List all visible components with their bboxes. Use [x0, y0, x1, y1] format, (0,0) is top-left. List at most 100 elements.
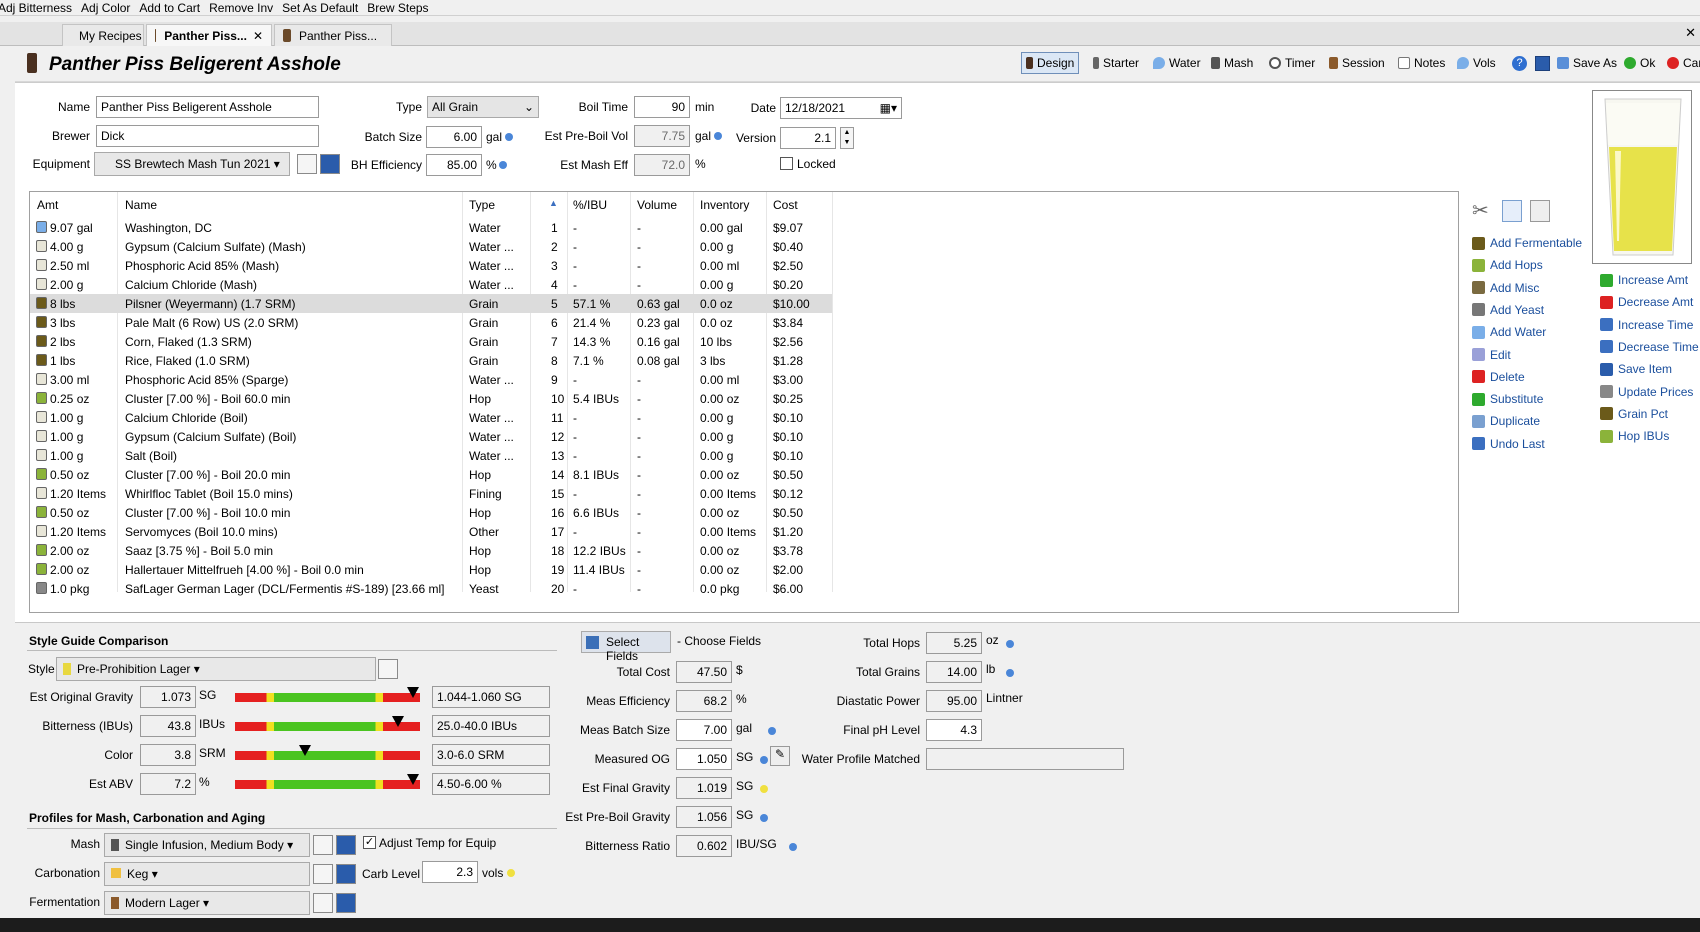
starter-button[interactable]: Starter: [1093, 52, 1139, 74]
type-dropdown[interactable]: All Grain ⌄: [427, 96, 539, 118]
save-disk-icon[interactable]: [1535, 56, 1550, 71]
menu-set-as-default[interactable]: Set As Default: [282, 1, 358, 15]
table-row[interactable]: 0.25 oz Cluster [7.00 %] - Boil 60.0 min H…: [30, 389, 832, 408]
action-grain-pct[interactable]: Grain Pct: [1600, 407, 1668, 421]
stat-value[interactable]: 1.050: [676, 748, 732, 770]
action-increase-amt[interactable]: Increase Amt: [1600, 273, 1688, 287]
tab-my-recipes[interactable]: My Recipes: [62, 24, 144, 46]
adjust-temp-checkbox[interactable]: ✓: [363, 836, 376, 849]
edit-style-icon[interactable]: [378, 659, 398, 679]
locked-checkbox[interactable]: [780, 157, 793, 170]
action-decrease-time[interactable]: Decrease Time: [1600, 340, 1699, 354]
menu-adj-bitterness[interactable]: Adj Bitterness: [0, 1, 72, 15]
mash-button[interactable]: Mash: [1211, 52, 1253, 74]
table-row[interactable]: 2.00 g Calcium Chloride (Mash) Water ... 4 -…: [30, 275, 832, 294]
menu-adj-color[interactable]: Adj Color: [81, 1, 130, 15]
ok-button[interactable]: Ok: [1624, 52, 1655, 74]
edit-fermentation-icon[interactable]: [313, 893, 333, 913]
session-button[interactable]: Session: [1329, 52, 1385, 74]
action-undo-last[interactable]: Undo Last: [1472, 437, 1545, 451]
table-row[interactable]: 0.50 oz Cluster [7.00 %] - Boil 10.0 min H…: [30, 503, 832, 522]
table-row[interactable]: 1.00 g Gypsum (Calcium Sulfate) (Boil) Wat…: [30, 427, 832, 446]
col-header-cost[interactable]: Cost: [773, 198, 798, 212]
close-tab-icon[interactable]: ✕: [253, 29, 263, 43]
version-spinner[interactable]: ▲ ▼: [840, 127, 854, 149]
table-row[interactable]: 1.0 pkg SafLager German Lager (DCL/Fermen…: [30, 579, 832, 598]
help-icon[interactable]: ?: [1512, 56, 1527, 71]
save-as-button[interactable]: Save As: [1557, 52, 1617, 74]
menu-remove-inv[interactable]: Remove Inv: [209, 1, 273, 15]
action-duplicate[interactable]: Duplicate: [1472, 414, 1540, 428]
tab-recipe-active[interactable]: Panther Piss... ✕: [146, 24, 272, 46]
edit-mash-icon[interactable]: [313, 835, 333, 855]
mash-profile-dropdown[interactable]: Single Infusion, Medium Body ▾: [104, 833, 310, 857]
equipment-dropdown[interactable]: SS Brewtech Mash Tun 2021 ▾: [94, 152, 290, 176]
version-field[interactable]: 2.1: [780, 127, 836, 149]
carb-level-field[interactable]: 2.3: [422, 861, 478, 883]
col-header-inventory[interactable]: Inventory: [700, 198, 749, 212]
table-row[interactable]: 1.20 Items Servomyces (Boil 10.0 mins) Oth…: [30, 522, 832, 541]
col-header-name[interactable]: Name: [125, 198, 157, 212]
action-add-fermentable[interactable]: Add Fermentable: [1472, 236, 1582, 250]
action-decrease-amt[interactable]: Decrease Amt: [1600, 295, 1693, 309]
recipe-name-field[interactable]: Panther Piss Beligerent Asshole: [96, 96, 319, 118]
action-add-misc[interactable]: Add Misc: [1472, 281, 1539, 295]
save-fermentation-icon[interactable]: [336, 893, 356, 913]
menu-add-to-cart[interactable]: Add to Cart: [139, 1, 200, 15]
table-row[interactable]: 2.00 oz Saaz [3.75 %] - Boil 5.0 min Hop 18…: [30, 541, 832, 560]
water-button[interactable]: Water: [1153, 52, 1201, 74]
date-field[interactable]: 12/18/2021 ▦▾: [780, 97, 902, 119]
cut-icon[interactable]: ✂: [1472, 198, 1496, 222]
notes-button[interactable]: Notes: [1398, 52, 1445, 74]
paste-icon[interactable]: [1530, 200, 1550, 222]
action-add-hops[interactable]: Add Hops: [1472, 258, 1543, 272]
table-row[interactable]: 4.00 g Gypsum (Calcium Sulfate) (Mash) Wat…: [30, 237, 832, 256]
col-header-amt[interactable]: Amt: [37, 198, 58, 212]
stat-value[interactable]: 7.00: [676, 719, 732, 741]
fermentation-dropdown[interactable]: Modern Lager ▾: [104, 891, 310, 915]
action-increase-time[interactable]: Increase Time: [1600, 318, 1693, 332]
timer-button[interactable]: Timer: [1269, 52, 1315, 74]
copy-icon[interactable]: [1502, 200, 1522, 222]
action-save-item[interactable]: Save Item: [1600, 362, 1672, 376]
brewer-field[interactable]: Dick: [96, 125, 319, 147]
calendar-icon[interactable]: ▦▾: [880, 101, 897, 115]
select-fields-button[interactable]: Select Fields: [581, 631, 671, 663]
table-row[interactable]: 8 lbs Pilsner (Weyermann) (1.7 SRM) Grain 5…: [30, 294, 832, 313]
table-row[interactable]: 9.07 gal Washington, DC Water 1 - - 0.00 gal $9…: [30, 218, 832, 237]
col-header-volume[interactable]: Volume: [637, 198, 677, 212]
table-row[interactable]: 1.00 g Calcium Chloride (Boil) Water ... 11…: [30, 408, 832, 427]
vols-button[interactable]: Vols: [1457, 52, 1496, 74]
edit-carbonation-icon[interactable]: [313, 864, 333, 884]
table-row[interactable]: 3 lbs Pale Malt (6 Row) US (2.0 SRM) Grain…: [30, 313, 832, 332]
table-row[interactable]: 2.50 ml Phosphoric Acid 85% (Mash) Water .…: [30, 256, 832, 275]
col-header-pct-ibu[interactable]: %/IBU: [573, 198, 607, 212]
sort-ascending-icon[interactable]: ▲: [549, 198, 558, 208]
save-carbonation-icon[interactable]: [336, 864, 356, 884]
action-delete[interactable]: Delete: [1472, 370, 1525, 384]
edit-equipment-icon[interactable]: [297, 154, 317, 174]
close-window-icon[interactable]: ✕: [1685, 25, 1696, 41]
table-row[interactable]: 0.50 oz Cluster [7.00 %] - Boil 20.0 min H…: [30, 465, 832, 484]
style-dropdown[interactable]: Pre-Prohibition Lager ▾: [56, 657, 376, 681]
carbonation-dropdown[interactable]: Keg ▾: [104, 862, 310, 886]
action-edit[interactable]: Edit: [1472, 348, 1511, 362]
boil-time-field[interactable]: 90: [634, 96, 690, 118]
col-header-type[interactable]: Type: [469, 198, 495, 212]
design-button[interactable]: Design: [1021, 52, 1080, 74]
table-row[interactable]: 3.00 ml Phosphoric Acid 85% (Sparge) Water…: [30, 370, 832, 389]
table-row[interactable]: 1.20 Items Whirlfloc Tablet (Boil 15.0 mi…: [30, 484, 832, 503]
tab-recipe-2[interactable]: Panther Piss...: [274, 24, 392, 46]
save-mash-icon[interactable]: [336, 835, 356, 855]
action-add-yeast[interactable]: Add Yeast: [1472, 303, 1544, 317]
action-update-prices[interactable]: Update Prices: [1600, 385, 1693, 399]
action-hop-ibus[interactable]: Hop IBUs: [1600, 429, 1669, 443]
action-substitute[interactable]: Substitute: [1472, 392, 1543, 406]
table-row[interactable]: 1 lbs Rice, Flaked (1.0 SRM) Grain 8 7.1 % 0.…: [30, 351, 832, 370]
table-row[interactable]: 2.00 oz Hallertauer Mittelfrueh [4.00 %] …: [30, 560, 832, 579]
menu-brew-steps[interactable]: Brew Steps: [367, 1, 428, 15]
action-add-water[interactable]: Add Water: [1472, 325, 1546, 339]
table-row[interactable]: 2 lbs Corn, Flaked (1.3 SRM) Grain 7 14.3 % 0…: [30, 332, 832, 351]
batch-size-field[interactable]: 6.00: [426, 126, 482, 148]
save-equipment-icon[interactable]: [320, 154, 340, 174]
